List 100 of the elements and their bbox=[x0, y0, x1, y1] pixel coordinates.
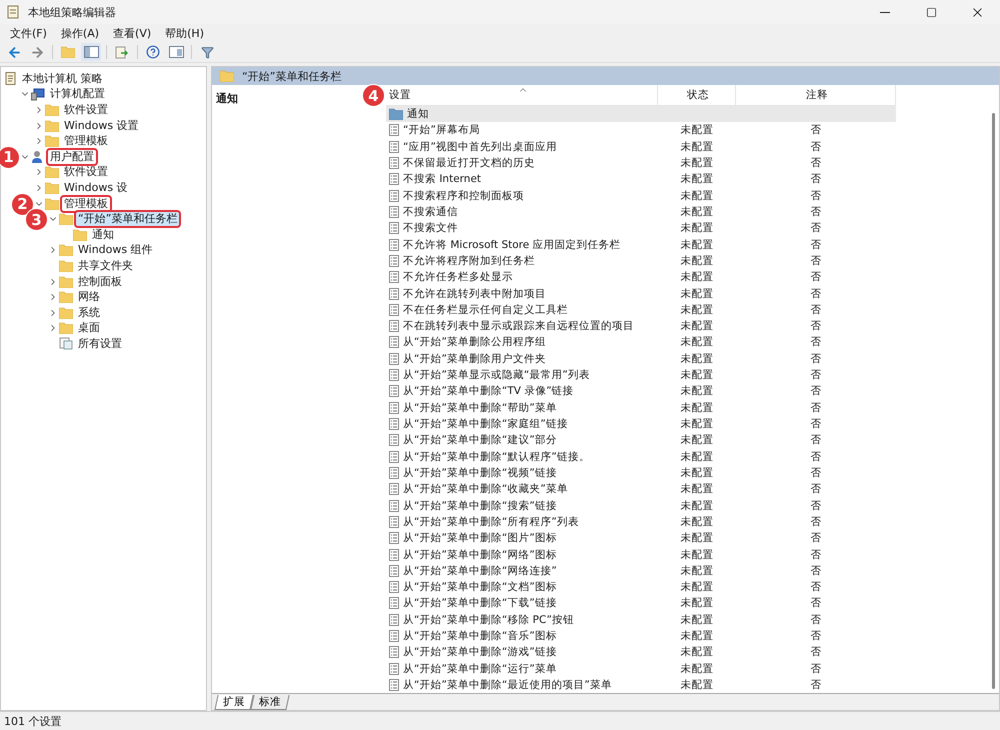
setting-name: 不在任务栏显示任何自定义工具栏 bbox=[386, 302, 658, 318]
table-row[interactable]: 不允许将程序附加到任务栏 未配置 否 bbox=[386, 252, 896, 270]
column-header[interactable]: 状态 bbox=[658, 85, 736, 105]
menu-item[interactable]: 查看(V) bbox=[107, 26, 158, 40]
menu-item[interactable]: 帮助(H) bbox=[159, 26, 210, 40]
view-tab[interactable]: 扩展 bbox=[214, 695, 254, 710]
table-row[interactable]: 不在跳转列表中显示或跟踪来自远程位置的项目 未配置 否 bbox=[386, 318, 896, 334]
folder-icon bbox=[59, 213, 73, 226]
table-row[interactable]: 不允许将 Microsoft Store 应用固定到任务栏 未配置 否 bbox=[386, 236, 896, 253]
tree-item[interactable]: Windows 设置 bbox=[62, 118, 141, 133]
policy-icon bbox=[389, 238, 399, 251]
tree-item[interactable]: 本地计算机 策略 bbox=[20, 72, 104, 86]
table-row[interactable]: 从“开始”菜单中删除“收藏夹”菜单 未配置 否 bbox=[386, 481, 896, 498]
table-row[interactable]: 不搜索程序和控制面板项 未配置 否 bbox=[386, 187, 896, 204]
properties-button[interactable] bbox=[166, 43, 186, 61]
table-row[interactable]: 从“开始”菜单中删除“家庭组”链接 未配置 否 bbox=[386, 416, 896, 432]
table-row[interactable]: 不搜索通信 未配置 否 bbox=[386, 204, 896, 220]
table-row[interactable]: 不搜索 Internet 未配置 否 bbox=[386, 171, 896, 188]
state-cell-text: 未配置 bbox=[680, 302, 714, 318]
tree-item[interactable]: Windows 组件 bbox=[76, 243, 155, 258]
setting-name: “应用”视图中首先列出桌面应用 bbox=[386, 138, 658, 155]
table-row[interactable]: 从“开始”菜单中删除“网络”图标 未配置 否 bbox=[386, 546, 896, 563]
tree-item[interactable]: 控制面板 bbox=[76, 274, 124, 289]
folder-icon bbox=[389, 108, 403, 120]
folder-icon bbox=[45, 135, 59, 148]
table-row[interactable]: 从“开始”菜单中删除“TV 录像”链接 未配置 否 bbox=[386, 383, 896, 400]
table-row[interactable]: 不允许任务栏多处显示 未配置 否 bbox=[386, 269, 896, 286]
comment-cell-text: 否 bbox=[810, 335, 822, 350]
pane-title: “开始”菜单和任务栏 bbox=[242, 68, 342, 84]
view-tab[interactable]: 标准 bbox=[250, 695, 290, 710]
properties-icon bbox=[168, 46, 184, 58]
comment-cell-text: 否 bbox=[810, 466, 822, 481]
table-row[interactable]: “开始”屏幕布局 未配置 否 bbox=[386, 122, 896, 139]
menu-item[interactable]: 操作(A) bbox=[54, 26, 106, 40]
table-row[interactable]: 从“开始”菜单中删除“帮助”菜单 未配置 否 bbox=[386, 400, 896, 416]
setting-name: 从“开始”菜单中删除“建议”部分 bbox=[386, 432, 658, 448]
state-cell-text: 未配置 bbox=[680, 188, 714, 204]
tree-item[interactable]: 计算机配置 bbox=[48, 87, 107, 102]
table-row[interactable]: 从“开始”菜单显示或隐藏“最常用”列表 未配置 否 bbox=[386, 366, 896, 384]
tree-item[interactable]: 软件设置 bbox=[62, 102, 110, 117]
comment-cell-text: 否 bbox=[810, 254, 822, 269]
table-row[interactable]: 通知 bbox=[386, 106, 896, 122]
policy-icon bbox=[389, 402, 399, 414]
table-row[interactable]: 从“开始”菜单中删除“默认程序”链接。 未配置 否 bbox=[386, 448, 896, 465]
tree-item[interactable]: 网络 bbox=[76, 290, 102, 304]
column-header[interactable]: 注释 bbox=[736, 85, 896, 105]
table-row[interactable]: 从“开始”菜单中删除“建议”部分 未配置 否 bbox=[386, 432, 896, 448]
table-row[interactable]: 从“开始”菜单中删除“运行”菜单 未配置 否 bbox=[386, 660, 896, 677]
scrollbar-thumb[interactable] bbox=[992, 113, 995, 689]
table-row[interactable]: 从“开始”菜单中删除“所有程序”列表 未配置 否 bbox=[386, 514, 896, 530]
tree-toggle-button[interactable] bbox=[81, 43, 101, 61]
state-cell-text: 未配置 bbox=[680, 433, 714, 448]
table-row[interactable]: 从“开始”菜单中删除“网络连接” 未配置 否 bbox=[386, 562, 896, 579]
tree-item[interactable]: 管理模板 bbox=[62, 196, 110, 211]
table-row[interactable]: 从“开始”菜单中删除“游戏”链接 未配置 否 bbox=[386, 644, 896, 661]
state-cell-text: 未配置 bbox=[680, 123, 714, 138]
menu-item[interactable]: 文件(F) bbox=[4, 26, 53, 40]
policy-icon bbox=[389, 254, 399, 267]
table-row[interactable]: 从“开始”菜单中删除“视频”链接 未配置 否 bbox=[386, 464, 896, 482]
table-row[interactable]: 从“开始”菜单中删除“音乐”图标 未配置 否 bbox=[386, 628, 896, 644]
table-row[interactable]: 不保留最近打开文档的历史 未配置 否 bbox=[386, 154, 896, 172]
table-row[interactable]: 不在任务栏显示任何自定义工具栏 未配置 否 bbox=[386, 302, 896, 318]
comment-cell-text: 否 bbox=[810, 123, 822, 138]
table-row[interactable]: 从“开始”菜单中删除“图片”图标 未配置 否 bbox=[386, 530, 896, 546]
tree-item[interactable]: 桌面 bbox=[76, 321, 102, 336]
table-row[interactable]: 从“开始”菜单中删除“文档”图标 未配置 否 bbox=[386, 578, 896, 596]
tree-item[interactable]: “开始”菜单和任务栏 bbox=[76, 212, 180, 226]
folder-icon bbox=[45, 104, 59, 116]
table-row[interactable]: 不搜索文件 未配置 否 bbox=[386, 220, 896, 236]
tree-item[interactable]: 通知 bbox=[90, 228, 116, 242]
tree-item[interactable]: 用户配置 bbox=[48, 150, 96, 164]
table-row[interactable]: “应用”视图中首先列出桌面应用 未配置 否 bbox=[386, 138, 896, 155]
comment-cell-text: 否 bbox=[810, 450, 822, 465]
comment-cell-text: 否 bbox=[810, 188, 822, 204]
tree-item[interactable]: 所有设置 bbox=[76, 336, 124, 351]
setting-name: 不允许在跳转列表中附加项目 bbox=[386, 285, 658, 302]
table-row[interactable]: 不允许在跳转列表中附加项目 未配置 否 bbox=[386, 285, 896, 302]
tree-item[interactable]: 系统 bbox=[76, 306, 102, 320]
tree-item[interactable]: 共享文件夹 bbox=[76, 258, 135, 273]
policy-icon bbox=[389, 679, 399, 691]
policy-icon bbox=[389, 124, 399, 136]
table-row[interactable]: 从“开始”菜单中删除“移除 PC”按钮 未配置 否 bbox=[386, 612, 896, 628]
filter-icon bbox=[200, 46, 214, 58]
policy-icon bbox=[389, 500, 399, 512]
table-row[interactable]: 从“开始”菜单中删除“下载”链接 未配置 否 bbox=[386, 595, 896, 612]
settings-icon bbox=[59, 337, 73, 350]
tree-item[interactable]: Windows 设 bbox=[62, 180, 130, 195]
policy-icon bbox=[389, 548, 399, 560]
table-row[interactable]: 从“开始”菜单删除公用程序组 未配置 否 bbox=[386, 334, 896, 351]
state-cell-text: 未配置 bbox=[680, 140, 714, 155]
state-cell-text: 未配置 bbox=[680, 172, 714, 188]
setting-name: 从“开始”菜单中删除“最近使用的项目”菜单 bbox=[386, 676, 658, 694]
table-row[interactable]: 从“开始”菜单中删除“搜索”链接 未配置 否 bbox=[386, 497, 896, 514]
policy-icon bbox=[389, 271, 399, 284]
state-cell-text: 未配置 bbox=[680, 498, 714, 514]
table-row[interactable]: 从“开始”菜单删除用户文件夹 未配置 否 bbox=[386, 350, 896, 367]
comment-cell-text: 否 bbox=[810, 548, 822, 562]
table-row[interactable]: 从“开始”菜单中删除“最近使用的项目”菜单 未配置 否 bbox=[386, 676, 896, 694]
tree-item[interactable]: 软件设置 bbox=[62, 165, 110, 180]
tree-item[interactable]: 管理模板 bbox=[62, 134, 110, 148]
